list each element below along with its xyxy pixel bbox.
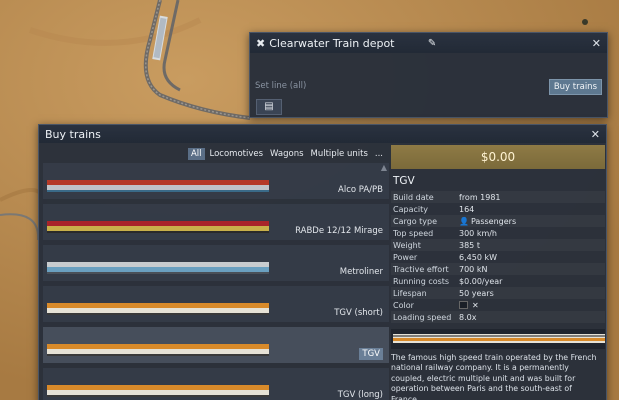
line-select[interactable]: Set line (all) bbox=[255, 81, 306, 91]
train-description: The famous high speed train operated by … bbox=[391, 353, 597, 400]
buy-trains-titlebar[interactable]: Buy trains ✕ bbox=[39, 125, 606, 143]
property-key: Color bbox=[393, 300, 414, 310]
property-value-text: 164 bbox=[459, 204, 475, 214]
buy-trains-window: Buy trains ✕ All Locomotives Wagons Mult… bbox=[38, 124, 607, 400]
property-key: Build date bbox=[393, 192, 434, 202]
property-row: Lifespan 50 years bbox=[391, 287, 605, 299]
depot-title: Clearwater Train depot bbox=[269, 36, 395, 50]
filter-locomotives[interactable]: Locomotives bbox=[208, 148, 266, 160]
train-row[interactable]: RABDe 12/12 Mirage bbox=[43, 204, 389, 240]
train-row[interactable]: Alco PA/PB bbox=[43, 163, 389, 199]
train-details: $0.00 TGV Build date from 1981 Capacity 164… bbox=[391, 143, 605, 400]
property-value-text: Passengers bbox=[470, 216, 517, 226]
property-row: Power 6,450 kW bbox=[391, 251, 605, 263]
filter-more[interactable]: ... bbox=[373, 148, 385, 160]
train-image bbox=[47, 385, 269, 397]
property-key: Top speed bbox=[393, 228, 434, 238]
property-value: 8.0x bbox=[457, 311, 605, 323]
color-swatch[interactable] bbox=[459, 301, 468, 309]
depot-building-icon[interactable]: ▤ bbox=[256, 99, 282, 115]
property-value-text: ✕ bbox=[472, 300, 479, 310]
property-row: Running costs $0.00/year bbox=[391, 275, 605, 287]
settings-icon[interactable]: ✖ bbox=[256, 37, 265, 50]
train-preview bbox=[391, 329, 605, 349]
train-row[interactable]: TGV (short) bbox=[43, 286, 389, 322]
property-key: Cargo type bbox=[393, 216, 438, 226]
passenger-icon: 👤 bbox=[459, 216, 469, 226]
depot-window: ✖ Clearwater Train depot ✎ ✕ Set line (a… bbox=[249, 32, 608, 118]
property-value: 👤 Passengers bbox=[457, 215, 605, 227]
property-key: Weight bbox=[393, 240, 421, 250]
train-label: TGV bbox=[359, 348, 383, 360]
train-image bbox=[47, 262, 269, 274]
property-value: $0.00/year bbox=[457, 275, 605, 287]
property-value-text: 6,450 kW bbox=[459, 252, 497, 262]
property-row: Weight 385 t bbox=[391, 239, 605, 251]
filter-multiple-units[interactable]: Multiple units bbox=[309, 148, 370, 160]
edit-name-icon[interactable]: ✎ bbox=[428, 38, 436, 49]
train-image bbox=[47, 303, 269, 315]
train-row[interactable]: TGV bbox=[43, 327, 389, 363]
property-value-text: $0.00/year bbox=[459, 276, 503, 286]
train-list[interactable]: ▲ Alco PA/PBRABDe 12/12 MirageMetroliner… bbox=[43, 163, 389, 400]
buy-trains-button[interactable]: Buy trains bbox=[548, 79, 602, 95]
property-value: 385 t bbox=[457, 239, 605, 251]
property-key: Lifespan bbox=[393, 288, 427, 298]
train-row[interactable]: Metroliner bbox=[43, 245, 389, 281]
buy-trains-title: Buy trains bbox=[45, 127, 101, 141]
property-value-text: 8.0x bbox=[459, 312, 477, 322]
property-value-text: 700 kN bbox=[459, 264, 488, 274]
property-value-text: 50 years bbox=[459, 288, 494, 298]
property-value: 6,450 kW bbox=[457, 251, 605, 263]
property-key: Running costs bbox=[393, 276, 450, 286]
train-label: TGV (short) bbox=[334, 308, 383, 318]
train-image bbox=[47, 221, 269, 233]
property-row: Color ✕ bbox=[391, 299, 605, 311]
property-value: 164 bbox=[457, 203, 605, 215]
train-name: TGV bbox=[393, 175, 415, 187]
train-label: Alco PA/PB bbox=[338, 185, 383, 195]
filter-wagons[interactable]: Wagons bbox=[268, 148, 305, 160]
property-row: Capacity 164 bbox=[391, 203, 605, 215]
property-row: Build date from 1981 bbox=[391, 191, 605, 203]
property-value-text: from 1981 bbox=[459, 192, 501, 202]
property-row: Cargo type 👤 Passengers bbox=[391, 215, 605, 227]
depot-titlebar[interactable]: ✖ Clearwater Train depot ✎ ✕ bbox=[250, 33, 607, 53]
property-key: Loading speed bbox=[393, 312, 452, 322]
close-icon[interactable]: ✕ bbox=[591, 128, 600, 141]
property-value-text: 385 t bbox=[459, 240, 480, 250]
property-value: 300 km/h bbox=[457, 227, 605, 239]
train-image bbox=[47, 180, 269, 192]
price-button[interactable]: $0.00 bbox=[391, 145, 605, 169]
property-value: from 1981 bbox=[457, 191, 605, 203]
property-value: 50 years bbox=[457, 287, 605, 299]
property-value-text: 300 km/h bbox=[459, 228, 498, 238]
property-row: Top speed 300 km/h bbox=[391, 227, 605, 239]
train-label: TGV (long) bbox=[337, 390, 383, 400]
property-key: Tractive effort bbox=[393, 264, 449, 274]
train-preview-image bbox=[393, 334, 605, 343]
close-icon[interactable]: ✕ bbox=[592, 37, 601, 50]
train-label: Metroliner bbox=[339, 267, 383, 277]
train-image bbox=[47, 344, 269, 356]
property-row: Loading speed 8.0x bbox=[391, 311, 605, 323]
filter-all[interactable]: All bbox=[187, 148, 205, 160]
property-value: 700 kN bbox=[457, 263, 605, 275]
properties-table: Build date from 1981 Capacity 164 Cargo type… bbox=[391, 191, 605, 323]
property-key: Power bbox=[393, 252, 418, 262]
property-row: Tractive effort 700 kN bbox=[391, 263, 605, 275]
train-label: RABDe 12/12 Mirage bbox=[295, 226, 383, 236]
property-value[interactable]: ✕ bbox=[457, 299, 605, 311]
train-row[interactable]: TGV (long) bbox=[43, 368, 389, 400]
filter-tabs: All Locomotives Wagons Multiple units ..… bbox=[39, 143, 389, 165]
property-key: Capacity bbox=[393, 204, 428, 214]
